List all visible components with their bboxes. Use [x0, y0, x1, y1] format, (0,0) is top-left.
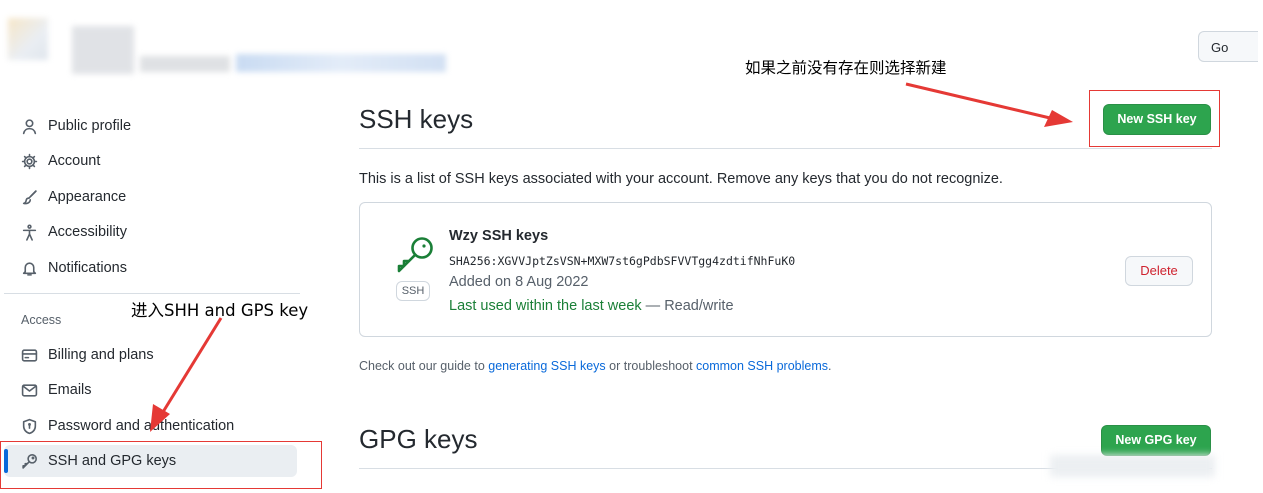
- annotation-note-enter: 进入SHH and GPS key: [131, 301, 309, 320]
- sidebar-item-label: Notifications: [48, 260, 127, 276]
- annotation-box-new-key: [1089, 90, 1220, 147]
- sidebar-item-notifications[interactable]: Notifications: [20, 256, 127, 280]
- blurred-link: [236, 54, 446, 72]
- sidebar-item-label: Password and authentication: [48, 418, 235, 434]
- sidebar-item-emails[interactable]: Emails: [20, 378, 92, 402]
- key-type-badge: SSH: [396, 281, 430, 301]
- credit-card-icon: [20, 346, 38, 364]
- annotation-arrow-right-head: [1044, 110, 1073, 127]
- mail-icon: [20, 381, 38, 399]
- sidebar-item-label: Emails: [48, 382, 92, 398]
- sidebar-item-label: Public profile: [48, 118, 132, 134]
- delete-key-button[interactable]: Delete: [1125, 256, 1193, 286]
- blurred-username: [72, 26, 134, 74]
- ssh-key-card: [359, 202, 1212, 337]
- sidebar-divider: [4, 293, 300, 294]
- sidebar-item-billing[interactable]: Billing and plans: [20, 343, 154, 367]
- avatar: [8, 18, 48, 60]
- person-icon: [20, 117, 38, 135]
- common-ssh-problems-link[interactable]: common SSH problems: [696, 359, 828, 373]
- shield-lock-icon: [20, 417, 38, 435]
- gpg-keys-heading: GPG keys: [359, 424, 478, 454]
- key-last-used-text: Last used within the last week: [449, 298, 642, 314]
- key-access-level: — Read/write: [641, 298, 734, 314]
- go-to-profile-button[interactable]: Go: [1198, 31, 1258, 62]
- generating-ssh-keys-link[interactable]: generating SSH keys: [488, 359, 605, 373]
- guide-middle: or troubleshoot: [605, 359, 697, 373]
- sidebar-item-label: Appearance: [48, 189, 127, 205]
- new-gpg-key-button[interactable]: New GPG key: [1101, 425, 1211, 456]
- ssh-guide-text: Check out our guide to generating SSH ke…: [359, 359, 832, 373]
- annotation-arrow-down: [161, 317, 223, 413]
- ssh-keys-description: This is a list of SSH keys associated wi…: [359, 171, 1003, 187]
- key-added-date: Added on 8 Aug 2022: [449, 274, 589, 290]
- ssh-keys-heading: SSH keys: [359, 104, 474, 134]
- bell-icon: [20, 259, 38, 277]
- sidebar-item-public-profile[interactable]: Public profile: [20, 114, 131, 138]
- sidebar-item-label: Accessibility: [48, 224, 127, 240]
- sidebar-item-appearance[interactable]: Appearance: [20, 185, 126, 209]
- accessibility-icon: [20, 223, 38, 241]
- sidebar-item-label: Billing and plans: [48, 347, 154, 363]
- ssh-key-icon: [394, 235, 436, 275]
- key-title: Wzy SSH keys: [449, 228, 549, 244]
- annotation-note-new-key: 如果之前没有存在则选择新建: [745, 59, 947, 77]
- key-last-used: Last used within the last week — Read/wr…: [449, 298, 734, 314]
- guide-suffix: .: [828, 359, 832, 373]
- sidebar-item-label: Account: [48, 153, 101, 169]
- annotation-arrow-right: [905, 82, 1051, 120]
- sidebar-heading-access: Access: [21, 313, 62, 327]
- sidebar-item-account[interactable]: Account: [20, 149, 100, 173]
- sidebar-item-accessibility[interactable]: Accessibility: [20, 220, 127, 244]
- section-divider: [359, 148, 1212, 149]
- guide-prefix: Check out our guide to: [359, 359, 489, 373]
- annotation-box-ssh-gpg: [0, 441, 322, 489]
- blurred-text: [140, 56, 230, 72]
- key-fingerprint: SHA256:XGVVJptZsVSN+MXW7st6gPdbSFVVTgg4z…: [449, 254, 796, 268]
- gear-icon: [20, 152, 38, 170]
- sidebar-item-password[interactable]: Password and authentication: [20, 414, 234, 438]
- paintbrush-icon: [20, 188, 38, 206]
- blurred-watermark: [1050, 455, 1215, 477]
